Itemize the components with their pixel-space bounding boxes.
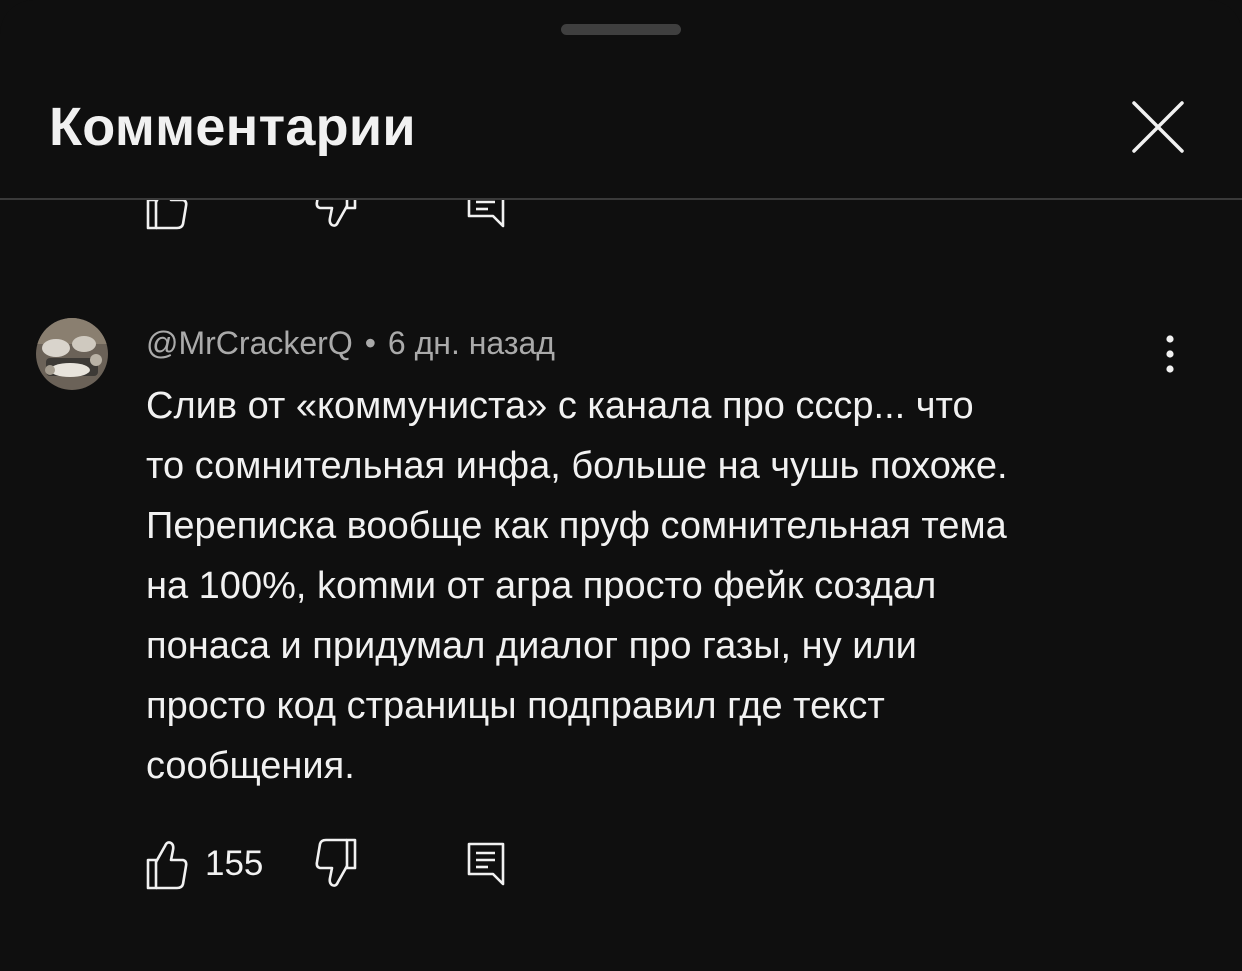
comment-more-button[interactable] (1148, 328, 1192, 380)
thumbs-down-icon[interactable] (315, 838, 357, 890)
thumbs-up-icon[interactable] (146, 838, 188, 890)
panel-title: Комментарии (49, 97, 416, 157)
reply-icon[interactable] (467, 836, 507, 888)
close-button[interactable] (1119, 88, 1197, 166)
comment-author[interactable]: @MrCrackerQ (146, 325, 353, 361)
comment-meta: @MrCrackerQ • 6 дн. назад (146, 322, 555, 364)
reply-icon[interactable] (467, 200, 507, 230)
thumbs-down-icon[interactable] (315, 200, 357, 230)
like-count: 155 (205, 844, 264, 883)
close-icon (1132, 101, 1184, 153)
drag-handle[interactable] (561, 24, 681, 35)
more-vertical-icon (1166, 335, 1174, 373)
thumbs-up-icon[interactable] (146, 200, 188, 230)
avatar-image (36, 318, 108, 390)
comment-time: 6 дн. назад (387, 325, 555, 361)
comments-panel: Комментарии @MrCrackerQ • 6 дн. назад Сл… (0, 0, 1242, 971)
avatar[interactable] (36, 318, 108, 390)
previous-comment-actions (0, 200, 1242, 240)
comment-text: Слив от «коммуниста» с канала про ссср..… (146, 385, 1008, 787)
meta-separator: • (364, 325, 376, 361)
